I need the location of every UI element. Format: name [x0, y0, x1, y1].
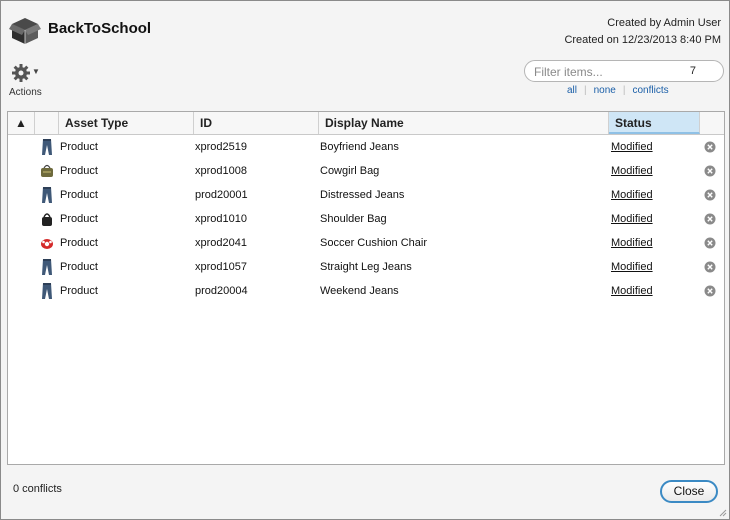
created-on: Created on 12/23/2013 8:40 PM: [564, 34, 721, 46]
table-row[interactable]: Product prod20001 Distressed Jeans Modified: [8, 183, 724, 207]
filter-count: 7: [689, 65, 696, 77]
cell-asset-type: Product: [60, 213, 98, 225]
sort-up-icon[interactable]: ▲: [15, 116, 27, 130]
jeans-icon: [40, 282, 54, 300]
divider: |: [622, 85, 626, 96]
status-link[interactable]: Modified: [611, 135, 653, 159]
divider: |: [584, 85, 587, 96]
cell-asset-type: Product: [60, 141, 98, 153]
shoulder-bag-icon: [40, 210, 54, 228]
column-header-id[interactable]: ID: [194, 112, 319, 134]
sort-toggle[interactable]: ▲: [8, 112, 35, 134]
filter-box[interactable]: 7: [524, 60, 724, 82]
remove-icon[interactable]: [704, 141, 716, 153]
table-row[interactable]: Product xprod2041 Soccer Cushion Chair Modi…: [8, 231, 724, 255]
table-row[interactable]: Product xprod2519 Boyfriend Jeans Modified: [8, 135, 724, 159]
cell-display-name: Weekend Jeans: [320, 285, 399, 297]
column-header-remove: [700, 112, 724, 134]
cell-id: xprod2519: [195, 141, 247, 153]
cell-asset-type: Product: [60, 285, 98, 297]
remove-icon[interactable]: [704, 285, 716, 297]
created-by: Created by Admin User: [607, 17, 721, 29]
chair-icon: [40, 234, 54, 252]
dialog-title: BackToSchool: [48, 20, 152, 37]
dialog-header: BackToSchool Created by Admin User Creat…: [1, 1, 729, 111]
table-row[interactable]: Product xprod1010 Shoulder Bag Modified: [8, 207, 724, 231]
table-header: ▲ Asset Type ID Display Name Status: [8, 112, 724, 135]
jeans-icon: [40, 186, 54, 204]
assets-table: ▲ Asset Type ID Display Name Status Prod…: [7, 111, 725, 465]
cell-display-name: Distressed Jeans: [320, 189, 405, 201]
cell-asset-type: Product: [60, 165, 98, 177]
resize-grip-icon[interactable]: [719, 509, 727, 517]
conflicts-count: 0 conflicts: [13, 483, 62, 495]
cell-display-name: Boyfriend Jeans: [320, 141, 399, 153]
bag-icon: [40, 162, 54, 180]
column-header-display-name[interactable]: Display Name: [319, 112, 609, 134]
cell-id: prod20004: [195, 285, 248, 297]
cell-display-name: Shoulder Bag: [320, 213, 387, 225]
cell-asset-type: Product: [60, 261, 98, 273]
table-row[interactable]: Product prod20004 Weekend Jeans Modified: [8, 279, 724, 303]
cell-asset-type: Product: [60, 189, 98, 201]
column-header-status[interactable]: Status: [609, 112, 700, 134]
remove-icon[interactable]: [704, 213, 716, 225]
filter-all-link[interactable]: all: [567, 85, 577, 96]
status-link[interactable]: Modified: [611, 231, 653, 255]
created-info: Created by Admin User Created on 12/23/2…: [564, 15, 721, 49]
remove-icon[interactable]: [704, 237, 716, 249]
box-logo-icon: [9, 18, 41, 44]
filter-conflicts-link[interactable]: conflicts: [632, 85, 668, 96]
cell-display-name: Cowgirl Bag: [320, 165, 380, 177]
cell-id: xprod1010: [195, 213, 247, 225]
cell-id: xprod1057: [195, 261, 247, 273]
cell-id: xprod1008: [195, 165, 247, 177]
cell-id: xprod2041: [195, 237, 247, 249]
status-link[interactable]: Modified: [611, 183, 653, 207]
filter-links: all | none | conflicts: [567, 85, 669, 96]
table-row[interactable]: Product xprod1008 Cowgirl Bag Modified: [8, 159, 724, 183]
jeans-icon: [40, 138, 54, 156]
table-row[interactable]: Product xprod1057 Straight Leg Jeans Modifi…: [8, 255, 724, 279]
jeans-icon: [40, 258, 54, 276]
column-header-asset-type[interactable]: Asset Type: [59, 112, 194, 134]
close-button[interactable]: Close: [660, 480, 718, 503]
cell-id: prod20001: [195, 189, 248, 201]
chevron-down-icon[interactable]: ▼: [32, 67, 40, 76]
filter-none-link[interactable]: none: [594, 85, 616, 96]
project-dialog: BackToSchool Created by Admin User Creat…: [0, 0, 730, 520]
status-link[interactable]: Modified: [611, 207, 653, 231]
cell-asset-type: Product: [60, 237, 98, 249]
remove-icon[interactable]: [704, 261, 716, 273]
column-header-thumbnail: [35, 112, 59, 134]
cell-display-name: Soccer Cushion Chair: [320, 237, 427, 249]
filter-input[interactable]: [534, 64, 674, 79]
status-link[interactable]: Modified: [611, 159, 653, 183]
gear-icon[interactable]: [11, 63, 31, 83]
status-link[interactable]: Modified: [611, 279, 653, 303]
remove-icon[interactable]: [704, 165, 716, 177]
status-link[interactable]: Modified: [611, 255, 653, 279]
remove-icon[interactable]: [704, 189, 716, 201]
cell-display-name: Straight Leg Jeans: [320, 261, 412, 273]
actions-label: Actions: [9, 87, 42, 98]
